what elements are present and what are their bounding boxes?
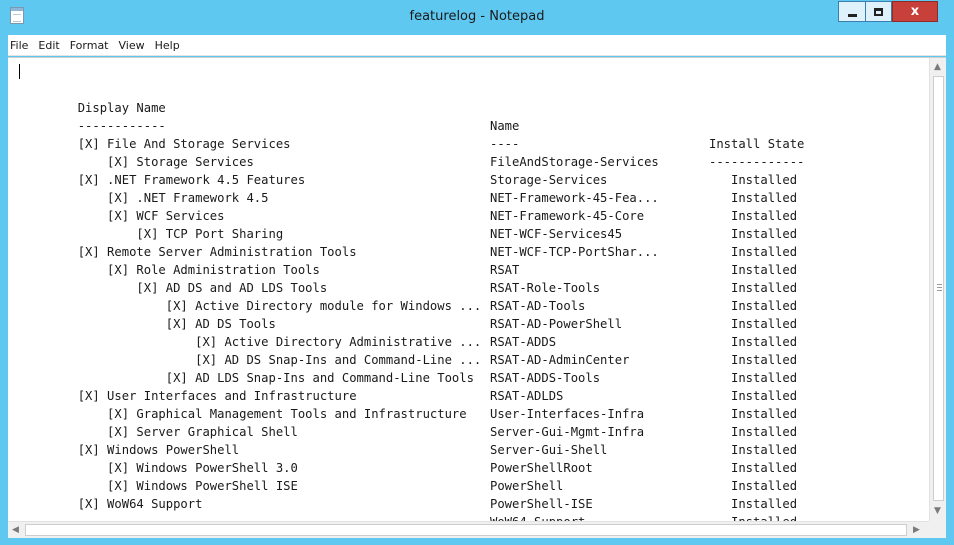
menu-view[interactable]: View — [114, 35, 150, 56]
feature-row: [X] AD DS and AD LDS Tools RSAT-AD-Tools… — [19, 261, 797, 331]
feature-install-state: Installed — [709, 497, 798, 511]
separator-name: ---- — [490, 137, 520, 151]
minimize-button[interactable] — [838, 1, 865, 22]
feature-name: RSAT-ADDS — [490, 335, 557, 349]
maximize-button[interactable] — [865, 1, 892, 22]
feature-install-state: Installed — [709, 443, 798, 457]
feature-display-name: [X] WoW64 Support — [77, 497, 203, 511]
notepad-window: featurelog - Notepad x File Edit Format … — [0, 0, 954, 545]
feature-name: Server-Gui-Mgmt-Infra — [490, 425, 645, 439]
grip-icon — [937, 284, 942, 291]
feature-row: [X] Active Directory module for Windows … — [19, 279, 797, 349]
window-title: featurelog - Notepad — [409, 9, 545, 24]
text-area[interactable]: Display Name Name Install State --------… — [8, 58, 929, 521]
feature-install-state: Installed — [709, 281, 798, 295]
scrollbar-corner — [929, 521, 946, 538]
feature-install-state: Installed — [709, 407, 798, 421]
feature-name: RSAT-ADDS-Tools — [490, 371, 601, 385]
feature-install-state: Installed — [709, 263, 798, 277]
feature-row: [X] WCF Services NET-WCF-Services45 Inst… — [19, 189, 797, 259]
editor[interactable]: Display Name Name Install State --------… — [8, 57, 946, 538]
feature-row: [X] Remote Server Administration Tools R… — [19, 225, 797, 295]
feature-install-state: Installed — [709, 513, 797, 521]
feature-name: PowerShellRoot — [490, 461, 593, 475]
feature-name: RSAT-AD-AdminCenter — [490, 353, 630, 367]
feature-row: [X] Active Directory Administrative ... … — [19, 315, 797, 385]
feature-name: NET-Framework-45-Fea... — [490, 191, 659, 205]
maximize-icon — [874, 7, 883, 16]
feature-name: Storage-Services — [490, 173, 608, 187]
menu-format[interactable]: Format — [65, 35, 114, 56]
chevron-down-icon[interactable]: ▼ — [934, 505, 941, 517]
feature-name: RSAT-Role-Tools — [490, 281, 601, 295]
menu-help[interactable]: Help — [150, 35, 185, 56]
feature-name: NET-Framework-45-Core — [490, 209, 645, 223]
feature-row: [X] Server Graphical Shell Server-Gui-Sh… — [19, 405, 797, 475]
feature-install-state: Installed — [709, 173, 798, 187]
feature-row: [X] User Interfaces and Infrastructure U… — [19, 369, 797, 439]
feature-install-state: Installed — [709, 209, 798, 223]
feature-row: [X] File And Storage Services FileAndSto… — [19, 117, 797, 187]
feature-name: NET-WCF-TCP-PortShar... — [490, 245, 659, 259]
feature-name: Server-Gui-Shell — [490, 443, 608, 457]
feature-row: [X] Windows PowerShell PowerShellRoot In… — [19, 423, 797, 493]
chevron-left-icon[interactable]: ◀ — [12, 524, 19, 536]
horizontal-scrollbar[interactable]: ◀ ▶ — [8, 521, 929, 538]
feature-row: [X] Role Administration Tools RSAT-Role-… — [19, 243, 797, 313]
feature-row: [X] AD DS Snap-Ins and Command-Line ... … — [19, 333, 797, 403]
minimize-icon — [847, 14, 857, 17]
feature-row: [X] Windows PowerShell ISE PowerShell-IS… — [19, 459, 797, 521]
close-button[interactable]: x — [892, 1, 938, 22]
chevron-right-icon[interactable]: ▶ — [913, 524, 920, 536]
feature-install-state: Installed — [709, 245, 798, 259]
feature-name: NET-WCF-Services45 — [490, 227, 623, 241]
header-install-state: Install State — [709, 137, 805, 151]
feature-install-state: Installed — [709, 299, 798, 313]
feature-install-state: Installed — [709, 479, 798, 493]
feature-install-state: Installed — [709, 371, 798, 385]
text-caret — [19, 64, 20, 79]
feature-install-state: Installed — [709, 227, 798, 241]
feature-row: [X] WoW64 Support WoW64-Support Installe… — [19, 477, 586, 521]
close-icon: x — [910, 4, 920, 19]
feature-name: RSAT — [490, 263, 520, 277]
feature-row: [X] .NET Framework 4.5 NET-Framework-45-… — [19, 171, 797, 241]
feature-install-state: Installed — [709, 335, 798, 349]
feature-name: PowerShell — [490, 479, 564, 493]
feature-install-state: Installed — [709, 425, 798, 439]
feature-row: [X] AD DS Tools RSAT-ADDS Installed — [19, 297, 797, 367]
feature-row: [X] TCP Port Sharing NET-WCF-TCP-PortSha… — [19, 207, 797, 277]
feature-row: [X] Windows PowerShell 3.0 PowerShell In… — [19, 441, 797, 511]
menu-edit[interactable]: Edit — [33, 35, 64, 56]
feature-name: PowerShell-ISE — [490, 497, 593, 511]
feature-name: RSAT-AD-PowerShell — [490, 317, 623, 331]
feature-name: RSAT-ADLDS — [490, 389, 564, 403]
menu-bar: File Edit Format View Help — [8, 35, 946, 56]
feature-install-state: Installed — [709, 353, 798, 367]
feature-name: WoW64-Support — [490, 513, 585, 521]
feature-install-state: Installed — [709, 317, 798, 331]
feature-row: [X] Storage Services Storage-Services In… — [19, 135, 797, 205]
vertical-scroll-thumb[interactable] — [933, 76, 944, 501]
horizontal-scroll-thumb[interactable] — [25, 524, 907, 536]
header-line: Display Name Name Install State — [19, 81, 805, 151]
feature-install-state: Installed — [709, 389, 798, 403]
title-bar[interactable]: featurelog - Notepad x — [0, 0, 954, 35]
chevron-up-icon[interactable]: ▲ — [934, 61, 941, 73]
feature-row: [X] Graphical Management Tools and Infra… — [19, 387, 797, 457]
menu-file[interactable]: File — [8, 35, 33, 56]
vertical-scrollbar[interactable]: ▲ ▼ — [929, 58, 946, 521]
feature-row: [X] AD LDS Snap-Ins and Command-Line Too… — [19, 351, 797, 421]
feature-name: RSAT-AD-Tools — [490, 299, 586, 313]
header-name: Name — [490, 119, 520, 133]
feature-install-state: Installed — [709, 461, 798, 475]
feature-name: FileAndStorage-Services — [490, 155, 659, 169]
feature-row: [X] .NET Framework 4.5 Features NET-Fram… — [19, 153, 797, 223]
feature-name: User-Interfaces-Infra — [490, 407, 645, 421]
separator-line: ------------ ---- ------------- — [19, 99, 805, 169]
feature-install-state: Installed — [709, 191, 798, 205]
separator-install-state: ------------- — [709, 155, 805, 169]
